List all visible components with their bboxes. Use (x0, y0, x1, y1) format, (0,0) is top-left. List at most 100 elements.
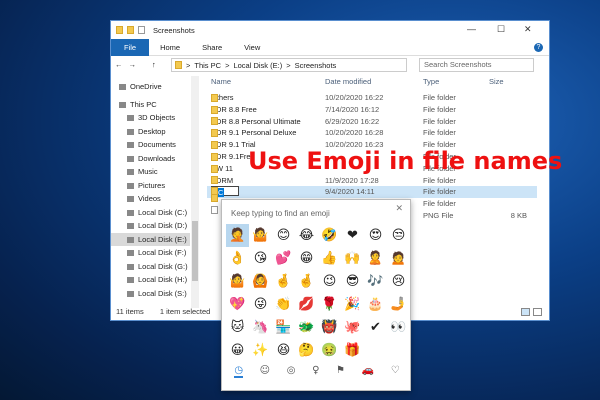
scrollbar-thumb[interactable] (192, 221, 198, 281)
sidebar-item[interactable]: Pictures (127, 179, 199, 192)
emoji-panel-close-button[interactable]: ✕ (395, 203, 403, 214)
emoji-item[interactable]: 😂 (295, 224, 318, 247)
sidebar-item[interactable]: Local Disk (G:) (127, 260, 199, 273)
emoji-item[interactable]: 😀 (226, 339, 249, 362)
tab-file[interactable]: File (111, 38, 150, 56)
emoji-item[interactable]: 🎁 (341, 339, 364, 362)
emoji-item[interactable]: 🙆 (249, 270, 272, 293)
sidebar-item[interactable]: Music (127, 165, 199, 178)
emoji-tab-people-icon[interactable]: ◎ (287, 365, 296, 378)
sidebar-item[interactable]: Local Disk (S:) (127, 287, 199, 300)
emoji-tab-celebration-icon[interactable]: ♀ (312, 365, 319, 378)
forward-button[interactable]: → (129, 60, 137, 69)
sidebar-item[interactable]: Local Disk (E:) (111, 233, 190, 246)
emoji-tab-travel-icon[interactable]: 🚗 (362, 365, 374, 378)
emoji-item[interactable]: 😆 (272, 339, 295, 362)
sidebar-item[interactable]: Videos (127, 192, 199, 205)
close-button[interactable]: ✕ (524, 24, 532, 35)
sidebar-item[interactable]: OneDrive (119, 80, 191, 93)
properties-icon[interactable] (138, 26, 145, 34)
sidebar-item[interactable]: 3D Objects (127, 111, 199, 124)
file-row[interactable]: VC 9/4/2020 14:11 File folder (207, 186, 537, 199)
emoji-item[interactable]: 🤳 (387, 293, 410, 316)
emoji-item[interactable]: 🤞 (272, 270, 295, 293)
emoji-item[interactable]: 😎 (341, 270, 364, 293)
emoji-item[interactable]: 🙎 (364, 247, 387, 270)
emoji-item[interactable]: 😉 (318, 270, 341, 293)
details-view-button[interactable] (521, 308, 530, 316)
emoji-item[interactable]: 🤞 (295, 270, 318, 293)
emoji-item[interactable]: 💋 (295, 293, 318, 316)
emoji-item[interactable]: 😜 (249, 293, 272, 316)
emoji-item[interactable]: 😁 (295, 247, 318, 270)
maximize-button[interactable]: ☐ (497, 24, 505, 35)
file-row[interactable]: SDRM 11/9/2020 17:28 File folder (207, 175, 537, 187)
emoji-item[interactable]: 😢 (387, 270, 410, 293)
emoji-item[interactable]: 🌹 (318, 293, 341, 316)
emoji-tab-heart-icon[interactable]: ♡ (391, 365, 400, 378)
file-row[interactable]: PDR 9.1 Personal Deluxe 10/20/2020 16:28 F… (207, 127, 537, 139)
emoji-item[interactable]: 💕 (272, 247, 295, 270)
emoji-item[interactable]: 👹 (318, 316, 341, 339)
up-button[interactable]: ↑ (152, 60, 156, 69)
emoji-item[interactable]: 🤷 (226, 270, 249, 293)
back-button[interactable]: ← (115, 60, 123, 69)
emoji-item[interactable]: 🤣 (318, 224, 341, 247)
emoji-item[interactable]: 👌 (226, 247, 249, 270)
emoji-item[interactable]: 👍 (318, 247, 341, 270)
breadcrumb-this-pc[interactable]: This PC (194, 61, 221, 70)
emoji-item[interactable]: 💖 (226, 293, 249, 316)
emoji-item[interactable]: 🐱 (226, 316, 249, 339)
file-row[interactable]: PDR 8.8 Free 7/14/2020 16:12 File folder (207, 104, 537, 116)
emoji-item[interactable]: 🦄 (249, 316, 272, 339)
large-icons-view-button[interactable] (533, 308, 542, 316)
column-date[interactable]: Date modified (325, 77, 371, 86)
sidebar-item[interactable]: Documents (127, 138, 199, 151)
breadcrumb-screenshots[interactable]: Screenshots (295, 61, 337, 70)
column-size[interactable]: Size (489, 77, 504, 86)
tab-share[interactable]: Share (191, 39, 233, 56)
sidebar-item[interactable]: This PC (119, 98, 191, 111)
emoji-item[interactable]: 🤔 (295, 339, 318, 362)
emoji-item[interactable]: 👀 (387, 316, 410, 339)
emoji-item[interactable]: 🐲 (295, 316, 318, 339)
emoji-item[interactable]: 🐙 (341, 316, 364, 339)
emoji-item[interactable]: 😍 (364, 224, 387, 247)
emoji-item[interactable]: 😒 (387, 224, 410, 247)
help-icon[interactable]: ? (534, 43, 543, 52)
sidebar-item[interactable]: Local Disk (H:) (127, 273, 199, 286)
emoji-tab-food-icon[interactable]: ⚑ (336, 365, 345, 378)
emoji-item[interactable]: 🤦 (226, 224, 249, 247)
column-name[interactable]: Name (211, 77, 231, 86)
address-bar[interactable]: > This PC > Local Disk (E:) > Screenshot… (171, 58, 407, 72)
sidebar-item[interactable]: Local Disk (C:) (127, 206, 199, 219)
emoji-item[interactable]: 🤷 (249, 224, 272, 247)
emoji-item[interactable]: 😘 (249, 247, 272, 270)
emoji-item[interactable]: ✔ (364, 316, 387, 339)
emoji-tab-recent-icon[interactable]: ◷ (234, 365, 244, 378)
file-row[interactable]: PDR 8.8 Personal Ultimate 6/29/2020 16:22… (207, 116, 537, 128)
sidebar-scrollbar[interactable] (191, 76, 199, 308)
new-folder-icon[interactable] (127, 26, 134, 34)
emoji-item[interactable]: 🤢 (318, 339, 341, 362)
emoji-tab-smiley-icon[interactable]: ☺ (260, 365, 270, 378)
minimize-button[interactable]: — (467, 24, 476, 34)
emoji-item[interactable]: 🎉 (341, 293, 364, 316)
emoji-item[interactable]: 😊 (272, 224, 295, 247)
column-type[interactable]: Type (423, 77, 439, 86)
sidebar-item[interactable]: Local Disk (F:) (127, 246, 199, 259)
emoji-item[interactable]: 🎂 (364, 293, 387, 316)
emoji-item[interactable]: 🏪 (272, 316, 295, 339)
breadcrumb-local-disk-e[interactable]: Local Disk (E:) (233, 61, 282, 70)
tab-view[interactable]: View (233, 39, 271, 56)
emoji-item[interactable]: ✨ (249, 339, 272, 362)
tab-home[interactable]: Home (149, 39, 191, 56)
emoji-item[interactable]: 🎶 (364, 270, 387, 293)
emoji-item[interactable]: 🙍 (387, 247, 410, 270)
emoji-item[interactable]: 🙌 (341, 247, 364, 270)
search-input[interactable]: Search Screenshots (419, 58, 534, 72)
emoji-item[interactable]: 👏 (272, 293, 295, 316)
sidebar-item[interactable]: Local Disk (D:) (127, 219, 199, 232)
file-row[interactable]: Others 10/20/2020 16:22 File folder (207, 92, 537, 104)
sidebar-item[interactable]: Desktop (127, 125, 199, 138)
